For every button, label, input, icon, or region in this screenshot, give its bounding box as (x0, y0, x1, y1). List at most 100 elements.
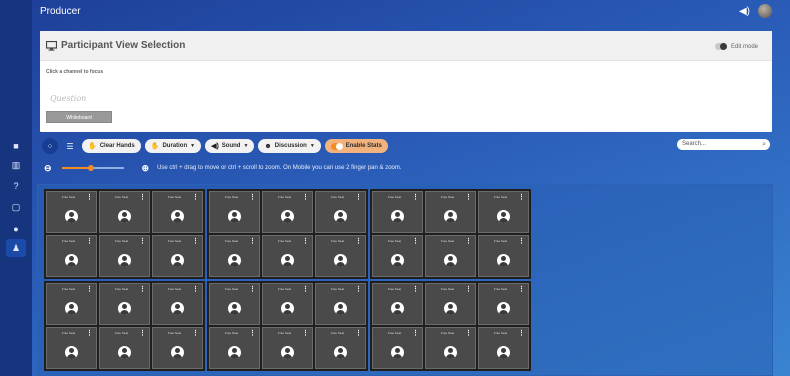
more-vertical-icon[interactable]: ⋮ (139, 194, 146, 201)
more-vertical-icon[interactable]: ⋮ (412, 286, 419, 293)
more-vertical-icon[interactable]: ⋮ (249, 330, 256, 337)
more-vertical-icon[interactable]: ⋮ (355, 238, 362, 245)
sound-dropdown[interactable]: ◀) Sound ▼ (205, 139, 255, 153)
seat-tile[interactable]: Free Seat ⋮ (262, 191, 313, 233)
seat-tile[interactable]: Free Seat ⋮ (372, 235, 423, 277)
seat-tile[interactable]: Free Seat ⋮ (99, 283, 150, 325)
more-vertical-icon[interactable]: ⋮ (518, 194, 525, 201)
help-icon[interactable]: ? (11, 181, 21, 191)
seat-tile[interactable]: Free Seat ⋮ (315, 327, 366, 369)
seat-tile[interactable]: Free Seat ⋮ (425, 283, 476, 325)
more-vertical-icon[interactable]: ⋮ (302, 238, 309, 245)
more-vertical-icon[interactable]: ⋮ (518, 238, 525, 245)
seat-tile[interactable]: Free Seat ⋮ (425, 191, 476, 233)
zoom-out-icon[interactable]: ⊖ (44, 163, 52, 174)
seat-tile[interactable]: Free Seat ⋮ (315, 283, 366, 325)
more-vertical-icon[interactable]: ⋮ (192, 330, 199, 337)
whiteboard-preview[interactable]: Question (50, 94, 86, 103)
seat-tile[interactable]: Free Seat ⋮ (315, 191, 366, 233)
seat-tile[interactable]: Free Seat ⋮ (478, 191, 529, 233)
stats-switch[interactable] (330, 142, 343, 150)
whiteboard-button[interactable]: Whiteboard (46, 111, 112, 123)
more-vertical-icon[interactable]: ⋮ (465, 238, 472, 245)
more-vertical-icon[interactable]: ⋮ (518, 286, 525, 293)
chat-icon[interactable]: ● (11, 224, 21, 234)
seat-tile[interactable]: Free Seat ⋮ (262, 283, 313, 325)
more-vertical-icon[interactable]: ⋮ (465, 194, 472, 201)
more-vertical-icon[interactable]: ⋮ (139, 286, 146, 293)
slider-thumb[interactable] (87, 165, 94, 171)
seat-tile[interactable]: Free Seat ⋮ (99, 327, 150, 369)
grid-view-button[interactable]: ⁘ (42, 138, 58, 154)
more-vertical-icon[interactable]: ⋮ (192, 286, 199, 293)
seat-tile[interactable]: Free Seat ⋮ (152, 327, 203, 369)
seat-tile[interactable]: Free Seat ⋮ (152, 235, 203, 277)
more-vertical-icon[interactable]: ⋮ (139, 330, 146, 337)
more-vertical-icon[interactable]: ⋮ (302, 286, 309, 293)
seat-tile[interactable]: Free Seat ⋮ (372, 327, 423, 369)
more-vertical-icon[interactable]: ⋮ (249, 194, 256, 201)
user-icon (281, 254, 294, 267)
more-vertical-icon[interactable]: ⋮ (518, 330, 525, 337)
more-vertical-icon[interactable]: ⋮ (192, 238, 199, 245)
seat-tile[interactable]: Free Seat ⋮ (46, 191, 97, 233)
seat-tile[interactable]: Free Seat ⋮ (478, 283, 529, 325)
more-vertical-icon[interactable]: ⋮ (86, 286, 93, 293)
seat-tile[interactable]: Free Seat ⋮ (262, 327, 313, 369)
list-view-button[interactable]: ☰ (62, 138, 78, 154)
more-vertical-icon[interactable]: ⋮ (249, 238, 256, 245)
discussion-dropdown[interactable]: ☻ Discussion ▼ (258, 139, 321, 153)
seat-tile[interactable]: Free Seat ⋮ (315, 235, 366, 277)
zoom-in-icon[interactable]: ⊕ (142, 163, 150, 174)
seat-tile[interactable]: Free Seat ⋮ (209, 191, 260, 233)
more-vertical-icon[interactable]: ⋮ (465, 330, 472, 337)
seat-tile[interactable]: Free Seat ⋮ (209, 283, 260, 325)
toggle-switch[interactable] (714, 43, 727, 50)
focus-hint: Click a channel to focus (46, 69, 104, 75)
more-vertical-icon[interactable]: ⋮ (139, 238, 146, 245)
more-vertical-icon[interactable]: ⋮ (355, 286, 362, 293)
more-vertical-icon[interactable]: ⋮ (412, 330, 419, 337)
seat-tile[interactable]: Free Seat ⋮ (425, 327, 476, 369)
more-vertical-icon[interactable]: ⋮ (192, 194, 199, 201)
chart-icon[interactable]: ▥ (11, 160, 21, 170)
more-vertical-icon[interactable]: ⋮ (249, 286, 256, 293)
more-vertical-icon[interactable]: ⋮ (86, 238, 93, 245)
seat-tile[interactable]: Free Seat ⋮ (262, 235, 313, 277)
more-vertical-icon[interactable]: ⋮ (355, 194, 362, 201)
seat-tile[interactable]: Free Seat ⋮ (152, 191, 203, 233)
more-vertical-icon[interactable]: ⋮ (86, 330, 93, 337)
volume-icon[interactable]: ◀) (739, 6, 750, 17)
video-icon[interactable]: ■ (11, 141, 21, 151)
seat-tile[interactable]: Free Seat ⋮ (46, 327, 97, 369)
more-vertical-icon[interactable]: ⋮ (302, 330, 309, 337)
seat-tile[interactable]: Free Seat ⋮ (209, 327, 260, 369)
seat-tile[interactable]: Free Seat ⋮ (46, 235, 97, 277)
seat-tile[interactable]: Free Seat ⋮ (209, 235, 260, 277)
more-vertical-icon[interactable]: ⋮ (355, 330, 362, 337)
more-vertical-icon[interactable]: ⋮ (412, 194, 419, 201)
more-vertical-icon[interactable]: ⋮ (302, 194, 309, 201)
duration-dropdown[interactable]: ✋ Duration ▼ (144, 139, 202, 153)
seat-tile[interactable]: Free Seat ⋮ (372, 191, 423, 233)
clear-hands-button[interactable]: ✋ Clear Hands (82, 139, 141, 153)
seat-tile[interactable]: Free Seat ⋮ (478, 235, 529, 277)
screen-icon[interactable]: ▢ (11, 202, 21, 212)
more-vertical-icon[interactable]: ⋮ (412, 238, 419, 245)
seat-tile[interactable]: Free Seat ⋮ (152, 283, 203, 325)
participants-icon[interactable]: ♟ (6, 239, 26, 257)
more-vertical-icon[interactable]: ⋮ (465, 286, 472, 293)
user-avatar[interactable] (758, 4, 772, 18)
more-vertical-icon[interactable]: ⋮ (86, 194, 93, 201)
seat-tile[interactable]: Free Seat ⋮ (372, 283, 423, 325)
zoom-slider[interactable] (61, 162, 124, 174)
seat-tile[interactable]: Free Seat ⋮ (99, 191, 150, 233)
search-icon[interactable]: ⌕ (762, 139, 766, 150)
enable-stats-toggle[interactable]: Enable Stats (324, 139, 388, 153)
edit-mode-toggle[interactable]: Edit mode (714, 43, 758, 50)
seat-tile[interactable]: Free Seat ⋮ (46, 283, 97, 325)
seat-tile[interactable]: Free Seat ⋮ (478, 327, 529, 369)
search-input[interactable]: Search... ⌕ (677, 139, 770, 150)
seat-tile[interactable]: Free Seat ⋮ (99, 235, 150, 277)
seat-tile[interactable]: Free Seat ⋮ (425, 235, 476, 277)
